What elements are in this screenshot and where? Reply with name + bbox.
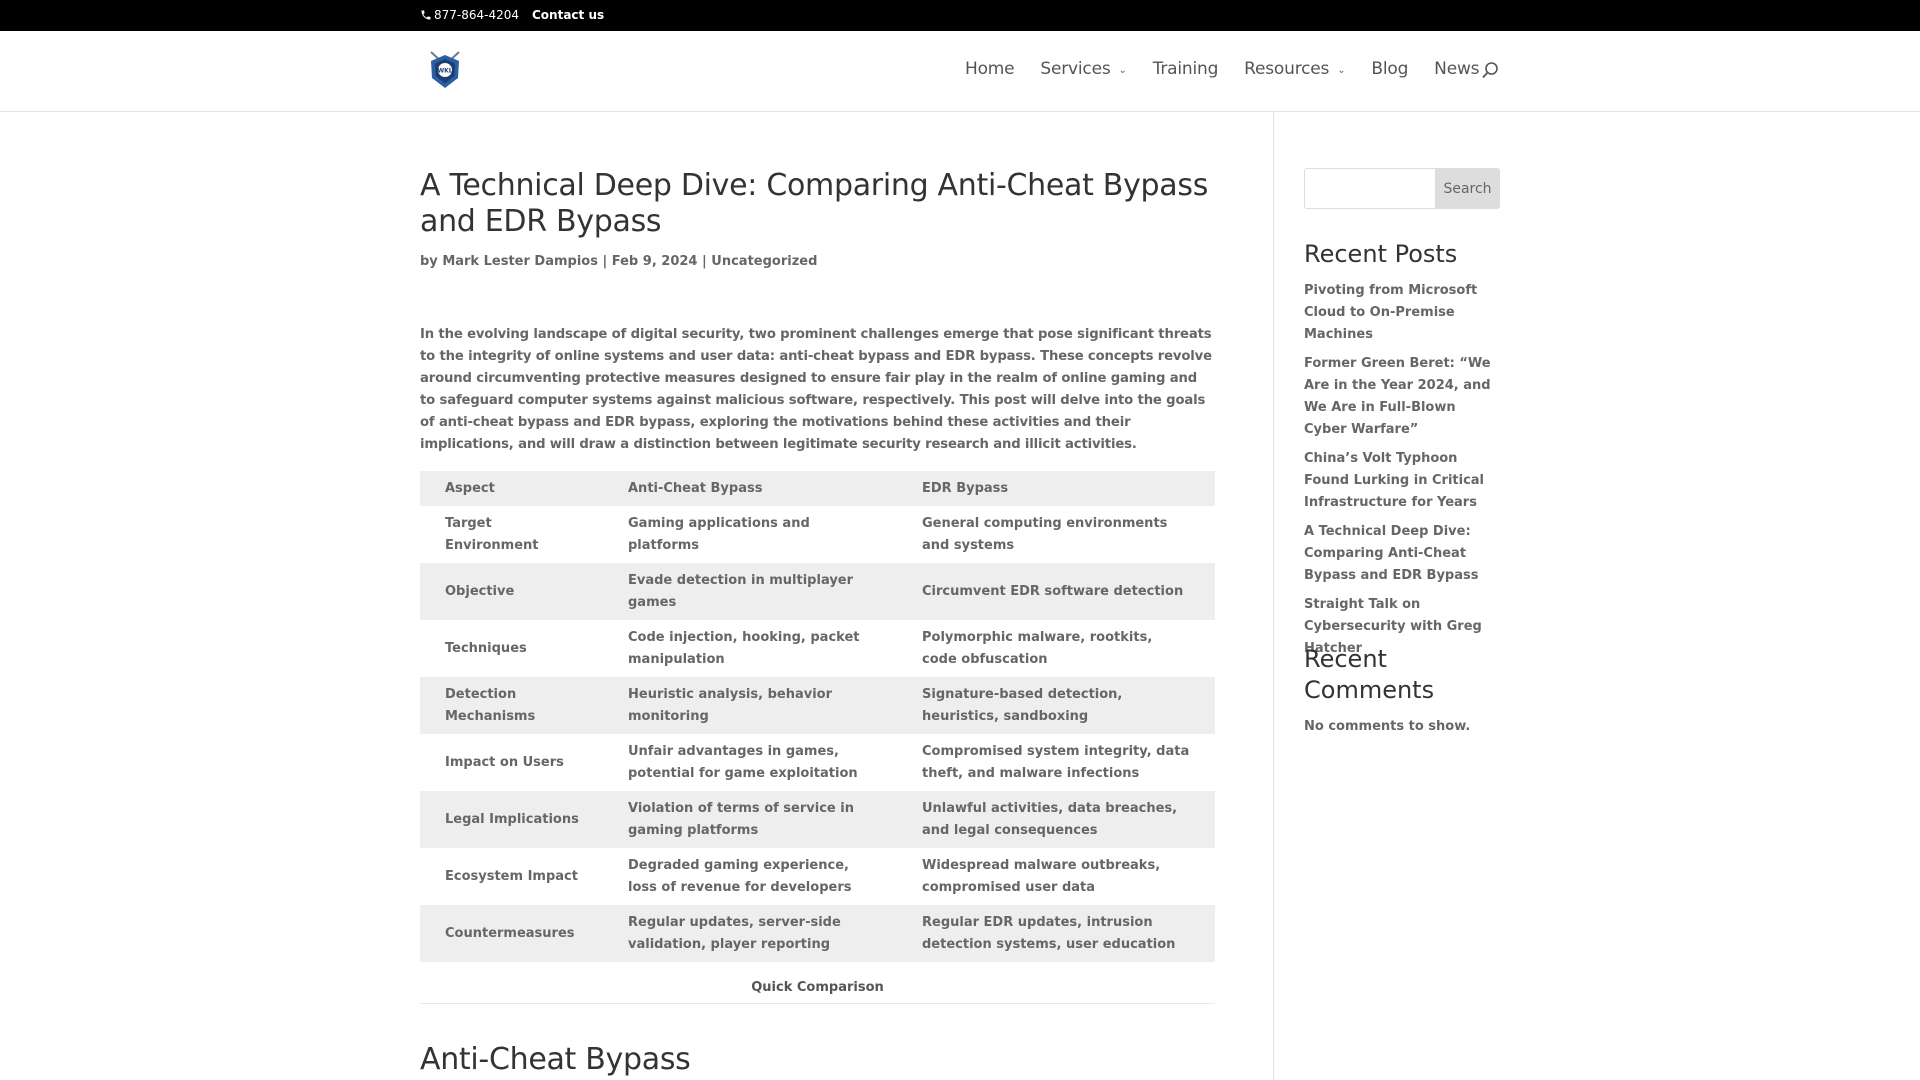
nav-home[interactable]: Home [965, 59, 1015, 79]
table-row: Legal Implications Violation of terms of … [420, 791, 1215, 848]
phone-icon [421, 10, 431, 20]
cell-edr: Compromised system integrity, data theft… [922, 743, 1190, 781]
table-row: Impact on Users Unfair advantages in game… [420, 734, 1215, 791]
recent-post-link[interactable]: Former Green Beret: “We Are in the Year … [1304, 356, 1491, 437]
meta-separator: | [702, 254, 707, 269]
nav-resources-label: Resources [1244, 59, 1330, 79]
nav-services-label: Services [1040, 59, 1111, 79]
no-comments-text: No comments to show. [1304, 719, 1471, 734]
nav-home-label: Home [965, 59, 1015, 79]
top-bar: 877-864-4204 Contact us [0, 0, 1920, 31]
cell-edr: Signature-based detection, heuristics, s… [922, 686, 1123, 724]
cell-aspect: Legal Implications [445, 811, 579, 827]
chevron-down-icon: ⌄ [1118, 64, 1127, 76]
comparison-table: Aspect Anti-Cheat Bypass EDR Bypass Targ… [420, 471, 1215, 962]
header-aspect: Aspect [445, 480, 495, 496]
table-caption: Quick Comparison [420, 980, 1215, 1004]
table-header-row: Aspect Anti-Cheat Bypass EDR Bypass [420, 471, 1215, 506]
nav-news-label: News [1434, 59, 1480, 79]
cell-anti-cheat: Gaming applications and platforms [628, 515, 810, 553]
cell-anti-cheat: Degraded gaming experience, loss of reve… [628, 857, 852, 895]
list-item: China’s Volt Typhoon Found Lurking in Cr… [1304, 448, 1500, 514]
list-item: Pivoting from Microsoft Cloud to On-Prem… [1304, 280, 1500, 346]
nav-training[interactable]: Training [1152, 59, 1219, 79]
section-heading: Anti-Cheat Bypass [420, 1042, 691, 1077]
table-row: Target Environment Gaming applications an… [420, 506, 1215, 563]
phone-text: 877-864-4204 [434, 8, 520, 22]
cell-aspect: Impact on Users [445, 754, 564, 770]
category-link[interactable]: Uncategorized [711, 254, 817, 269]
search-icon[interactable] [1481, 61, 1499, 79]
table-row: Ecosystem Impact Degraded gaming experien… [420, 848, 1215, 905]
cell-edr: Regular EDR updates, intrusion detection… [922, 914, 1176, 952]
list-item: Former Green Beret: “We Are in the Year … [1304, 353, 1500, 441]
post-date: Feb 9, 2024 [611, 254, 698, 269]
header-edr: EDR Bypass [922, 480, 1009, 496]
search-button[interactable]: Search [1435, 168, 1500, 209]
cell-anti-cheat: Code injection, hooking, packet manipula… [628, 629, 860, 667]
recent-posts-list: Pivoting from Microsoft Cloud to On-Prem… [1304, 280, 1500, 667]
table-row: Objective Evade detection in multiplayer … [420, 563, 1215, 620]
cell-aspect: Techniques [445, 640, 527, 656]
cell-anti-cheat: Evade detection in multiplayer games [628, 572, 854, 610]
table-row: Countermeasures Regular updates, server-s… [420, 905, 1215, 962]
recent-post-link[interactable]: Pivoting from Microsoft Cloud to On-Prem… [1304, 283, 1477, 342]
meta-by: by [420, 254, 438, 269]
cell-anti-cheat: Heuristic analysis, behavior monitoring [628, 686, 833, 724]
cell-edr: Unlawful activities, data breaches, and … [922, 800, 1178, 838]
recent-post-link[interactable]: China’s Volt Typhoon Found Lurking in Cr… [1304, 451, 1484, 510]
cell-aspect: Detection Mechanisms [445, 686, 536, 724]
nav-news[interactable]: News [1434, 59, 1479, 79]
cell-edr: Circumvent EDR software detection [922, 583, 1184, 599]
comparison-table-wrapper: Aspect Anti-Cheat Bypass EDR Bypass Targ… [420, 471, 1215, 962]
cell-edr: General computing environments and syste… [922, 515, 1168, 553]
sidebar-divider [1273, 112, 1274, 1080]
site-header: WKL Home Services ⌄ Training Resources ⌄ B… [0, 31, 1920, 112]
nav-training-label: Training [1152, 59, 1219, 79]
nav-blog[interactable]: Blog [1371, 59, 1408, 79]
header-anti-cheat: Anti-Cheat Bypass [628, 480, 763, 496]
table-row: Detection Mechanisms Heuristic analysis, … [420, 677, 1215, 734]
post-title: A Technical Deep Dive: Comparing Anti-Ch… [420, 168, 1209, 239]
table-row: Techniques Code injection, hooking, packe… [420, 620, 1215, 677]
main-nav: Home Services ⌄ Training Resources ⌄ Blog … [965, 59, 1505, 79]
search-input[interactable] [1304, 168, 1435, 209]
recent-post-link[interactable]: A Technical Deep Dive: Comparing Anti-Ch… [1304, 524, 1478, 583]
cell-anti-cheat: Violation of terms of service in gaming … [628, 800, 854, 838]
cell-aspect: Countermeasures [445, 925, 575, 941]
cell-anti-cheat: Unfair advantages in games, potential fo… [628, 743, 858, 781]
phone-number[interactable]: 877-864-4204 [420, 8, 519, 22]
intro-paragraph: In the evolving landscape of digital sec… [420, 327, 1212, 452]
post-meta: by Mark Lester Dampios | Feb 9, 2024 | U… [420, 254, 817, 269]
author-link[interactable]: Mark Lester Dampios [442, 254, 598, 269]
list-item: A Technical Deep Dive: Comparing Anti-Ch… [1304, 521, 1500, 587]
logo-text: WKL [437, 68, 452, 75]
contact-us-link[interactable]: Contact us [532, 8, 604, 22]
cell-edr: Polymorphic malware, rootkits, code obfu… [922, 629, 1153, 667]
cell-aspect: Ecosystem Impact [445, 868, 578, 884]
nav-blog-label: Blog [1371, 59, 1409, 79]
cell-aspect: Objective [445, 583, 515, 599]
chevron-down-icon: ⌄ [1337, 64, 1346, 76]
cell-edr: Widespread malware outbreaks, compromise… [922, 857, 1161, 895]
nav-resources[interactable]: Resources ⌄ [1244, 59, 1345, 79]
sidebar-search: Search [1304, 168, 1500, 209]
recent-comments-title: Recent Comments [1304, 645, 1435, 704]
nav-services[interactable]: Services ⌄ [1040, 59, 1126, 79]
cell-aspect: Target Environment [445, 515, 539, 553]
meta-separator: | [602, 254, 608, 269]
recent-posts-title: Recent Posts [1304, 240, 1458, 268]
site-logo[interactable]: WKL [427, 50, 463, 90]
cell-anti-cheat: Regular updates, server-side validation,… [628, 914, 841, 952]
